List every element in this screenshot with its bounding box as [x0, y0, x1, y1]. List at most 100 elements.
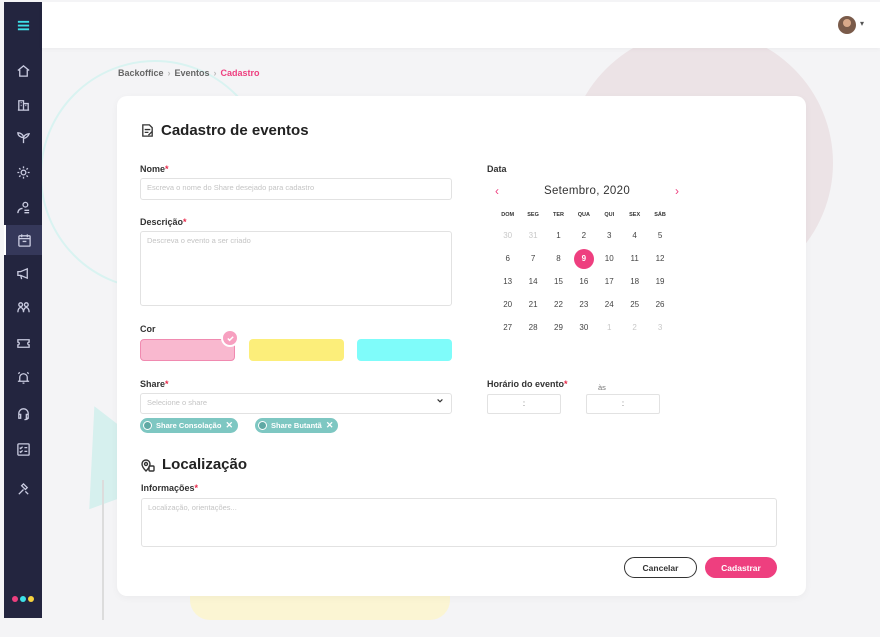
calendar-day[interactable]: 26	[647, 295, 672, 318]
chevron-right-icon[interactable]: ›	[667, 184, 687, 198]
calendar-day[interactable]: 20	[495, 295, 520, 318]
close-icon[interactable]: ✕	[225, 420, 233, 431]
calendar-day[interactable]: 2	[622, 318, 647, 341]
start-time-input[interactable]: :	[487, 394, 561, 414]
calendar-day[interactable]: 2	[571, 226, 596, 249]
share-label: Share*	[140, 379, 169, 389]
calendar-day[interactable]: 1	[597, 318, 622, 341]
sidebar-item-alarm[interactable]	[4, 362, 42, 392]
share-select[interactable]: Selecione o share	[140, 393, 452, 414]
color-swatch-cyan[interactable]	[357, 339, 452, 361]
logo-dot	[12, 596, 18, 602]
calendar-day[interactable]: 23	[571, 295, 596, 318]
calendar-day[interactable]: 25	[622, 295, 647, 318]
calendar-day[interactable]: 24	[597, 295, 622, 318]
plant-icon	[16, 131, 30, 143]
sidebar-item-checklist[interactable]	[4, 434, 42, 464]
calendar-day[interactable]: 27	[495, 318, 520, 341]
close-icon[interactable]: ✕	[326, 420, 334, 431]
location-header: Localização	[140, 456, 247, 473]
calendar-day[interactable]: 31	[520, 226, 545, 249]
chevron-down-icon	[437, 398, 443, 403]
calendar-day[interactable]: 3	[597, 226, 622, 249]
sidebar	[4, 2, 42, 618]
checklist-icon	[16, 442, 30, 456]
cancel-button[interactable]: Cancelar	[624, 557, 697, 578]
calendar-day[interactable]: 10	[597, 249, 622, 272]
calendar-icon	[17, 233, 31, 247]
info-label: Informações*	[141, 483, 199, 493]
calendar-day-selected[interactable]: 9	[571, 249, 596, 272]
building-icon	[143, 421, 152, 430]
calendar-day[interactable]: 3	[647, 318, 672, 341]
location-icon	[141, 458, 155, 472]
info-textarea[interactable]: Localização, orientações...	[141, 498, 777, 547]
sidebar-item-plant[interactable]	[4, 122, 42, 152]
sidebar-item-buildings[interactable]	[4, 89, 42, 119]
calendar-day[interactable]: 14	[520, 272, 545, 295]
calendar-day[interactable]: 17	[597, 272, 622, 295]
sidebar-item-calendar[interactable]	[4, 225, 42, 255]
sidebar-item-ticket[interactable]	[4, 328, 42, 358]
color-swatch-yellow[interactable]	[249, 339, 344, 361]
weekday-header: QUI	[604, 212, 615, 218]
calendar-day[interactable]: 6	[495, 249, 520, 272]
sidebar-item-settings[interactable]	[4, 192, 42, 222]
calendar-day[interactable]: 4	[622, 226, 647, 249]
top-bar	[42, 2, 880, 48]
user-settings-icon	[16, 201, 29, 213]
share-chip-label: Share Consolação	[156, 421, 222, 430]
calendar-day[interactable]: 16	[571, 272, 596, 295]
group-icon	[16, 301, 30, 312]
calendar-day[interactable]: 28	[520, 318, 545, 341]
avatar[interactable]	[838, 16, 856, 34]
calendar-day[interactable]: 13	[495, 272, 520, 295]
calendar-header: ‹ Setembro, 2020 ›	[487, 184, 687, 198]
sidebar-item-group[interactable]	[4, 292, 42, 322]
name-input[interactable]: Escreva o nome do Share desejado para ca…	[140, 178, 452, 200]
calendar-day[interactable]: 19	[647, 272, 672, 295]
sidebar-item-megaphone[interactable]	[4, 258, 42, 288]
color-swatch-pink[interactable]	[140, 339, 235, 361]
calendar-day[interactable]: 8	[546, 249, 571, 272]
calendar-day[interactable]: 12	[647, 249, 672, 272]
tools-icon	[17, 482, 29, 495]
share-chip-label: Share Butantã	[271, 421, 322, 430]
chevron-down-icon[interactable]: ▾	[860, 19, 864, 28]
time-separator: às	[598, 383, 606, 392]
calendar-day[interactable]: 18	[622, 272, 647, 295]
description-label: Descrição*	[140, 217, 187, 227]
sidebar-item-gear[interactable]	[4, 157, 42, 187]
calendar-day[interactable]: 29	[546, 318, 571, 341]
calendar-day[interactable]: 21	[520, 295, 545, 318]
calendar-day[interactable]: 30	[571, 318, 596, 341]
app-frame: ▾ Backoffice › Eventos › Cadastro Cadast…	[0, 0, 880, 637]
description-textarea[interactable]: Descreva o evento a ser criado	[140, 231, 452, 306]
calendar-day[interactable]: 22	[546, 295, 571, 318]
calendar-day[interactable]: 15	[546, 272, 571, 295]
share-select-value: Selecione o share	[147, 398, 208, 407]
sidebar-item-support[interactable]	[4, 398, 42, 428]
end-time-input[interactable]: :	[586, 394, 660, 414]
megaphone-icon	[16, 267, 28, 279]
calendar-day[interactable]: 5	[647, 226, 672, 249]
headset-icon	[17, 407, 29, 420]
gear-icon	[16, 165, 30, 179]
ticket-icon	[16, 338, 30, 348]
submit-button[interactable]: Cadastrar	[705, 557, 777, 578]
weekday-header: SEG	[527, 212, 539, 218]
menu-icon[interactable]	[4, 10, 42, 40]
building-icon	[258, 421, 267, 430]
sidebar-item-home[interactable]	[4, 55, 42, 85]
sidebar-item-tools[interactable]	[4, 474, 42, 504]
breadcrumb-item-eventos[interactable]: Eventos	[175, 68, 210, 78]
calendar-day[interactable]: 11	[622, 249, 647, 272]
breadcrumb-item-backoffice[interactable]: Backoffice	[118, 68, 164, 78]
edit-document-icon	[142, 124, 153, 137]
breadcrumb-separator: ›	[167, 68, 171, 78]
calendar-day[interactable]: 1	[546, 226, 571, 249]
chevron-left-icon[interactable]: ‹	[487, 184, 507, 198]
calendar-day[interactable]: 30	[495, 226, 520, 249]
calendar-day[interactable]: 7	[520, 249, 545, 272]
brand-logo	[12, 596, 34, 602]
